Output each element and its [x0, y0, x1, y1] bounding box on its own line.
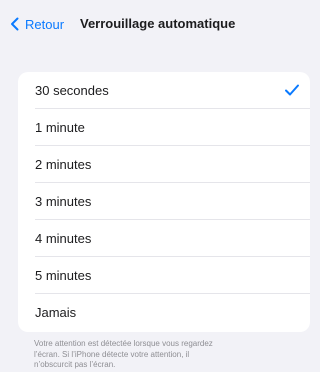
chevron-left-icon [11, 17, 19, 31]
back-button[interactable]: Retour [6, 14, 64, 34]
option-30-seconds[interactable]: 30 secondes [18, 72, 310, 109]
footer-line: n’obscurcit pas l’écran. [34, 360, 116, 369]
option-label: 4 minutes [35, 231, 92, 246]
option-3-minutes[interactable]: 3 minutes [18, 183, 310, 220]
back-label: Retour [25, 16, 65, 32]
footer-line: l’écran. Si l’iPhone détecte votre atten… [34, 349, 190, 359]
option-5-minutes[interactable]: 5 minutes [18, 257, 310, 294]
auto-lock-options-list: 30 secondes 1 minute 2 minutes 3 minutes… [18, 72, 310, 332]
option-2-minutes[interactable]: 2 minutes [18, 146, 310, 183]
footer-line: Votre attention est détectée lorsque vou… [34, 339, 213, 348]
option-label: 30 secondes [35, 83, 109, 98]
option-4-minutes[interactable]: 4 minutes [18, 220, 310, 257]
option-label: Jamais [35, 305, 77, 320]
attention-footer-note: Votre attention est détectée lorsque vou… [34, 339, 304, 371]
option-label: 2 minutes [35, 157, 92, 172]
option-never[interactable]: Jamais [18, 294, 310, 331]
option-label: 1 minute [35, 120, 85, 135]
navigation-bar: Retour Verrouillage automatique [0, 0, 311, 44]
option-label: 5 minutes [35, 268, 92, 283]
page-title: Verrouillage automatique [80, 16, 236, 31]
checkmark-icon [285, 84, 299, 96]
option-1-minute[interactable]: 1 minute [18, 109, 310, 146]
option-label: 3 minutes [35, 194, 92, 209]
